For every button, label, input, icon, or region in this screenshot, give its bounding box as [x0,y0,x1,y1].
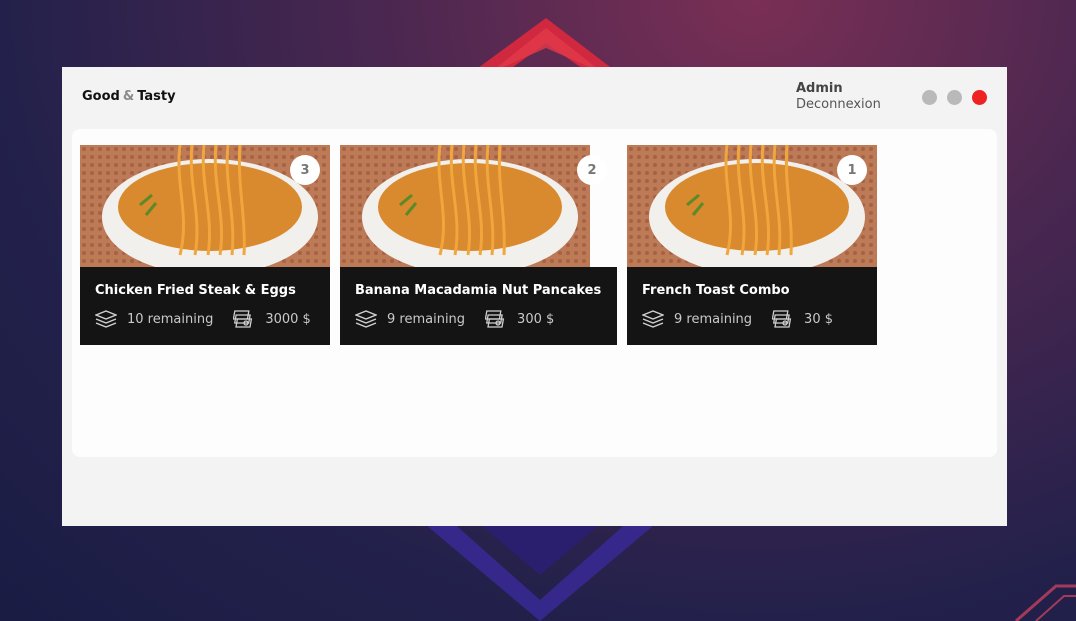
product-meta: 9 remaining 30 $ [642,310,833,328]
price: 30 $ [804,311,833,327]
brand-second: Tasty [137,89,176,104]
logout-link[interactable]: Deconnexion [796,97,881,113]
background-purple-decoration [420,520,660,621]
user-info: Admin Deconnexion [796,81,881,113]
app-logo: Good & Tasty [82,89,176,104]
background-corner-decoration [1015,584,1076,621]
remaining-count: 9 remaining [674,311,753,327]
order-rank-badge: 3 [290,155,320,185]
layers-icon [642,310,664,328]
minimize-button[interactable] [922,90,937,105]
money-stack-icon [485,310,505,328]
product-card[interactable]: 2 Banana Macadamia Nut Pancakes 9 remain… [340,145,617,345]
brand-ampersand: & [122,89,135,104]
product-title: Banana Macadamia Nut Pancakes [355,283,602,298]
app-window: Good & Tasty Admin Deconnexion 3 Chicken… [62,67,1007,526]
money-stack-icon [233,310,253,328]
price: 300 $ [517,311,555,327]
money-stack-icon [772,310,792,328]
close-button[interactable] [972,90,987,105]
order-rank-badge: 1 [837,155,867,185]
remaining-count: 10 remaining [127,311,214,327]
title-bar: Good & Tasty Admin Deconnexion [62,67,1007,129]
maximize-button[interactable] [947,90,962,105]
product-meta: 10 remaining 3000 $ [95,310,311,328]
user-name: Admin [796,81,843,96]
product-card[interactable]: 1 French Toast Combo 9 remaining 30 $ [627,145,877,345]
layers-icon [95,310,117,328]
product-grid: 3 Chicken Fried Steak & Eggs 10 remainin… [72,129,997,457]
noodle-bowl-photo [340,145,590,267]
product-title: French Toast Combo [642,283,790,298]
layers-icon [355,310,377,328]
product-title: Chicken Fried Steak & Eggs [95,283,296,298]
product-meta: 9 remaining 300 $ [355,310,554,328]
order-rank-badge: 2 [577,155,607,185]
remaining-count: 9 remaining [387,311,466,327]
product-card[interactable]: 3 Chicken Fried Steak & Eggs 10 remainin… [80,145,330,345]
brand-first: Good [82,89,120,104]
window-controls [922,90,987,105]
price: 3000 $ [265,311,311,327]
